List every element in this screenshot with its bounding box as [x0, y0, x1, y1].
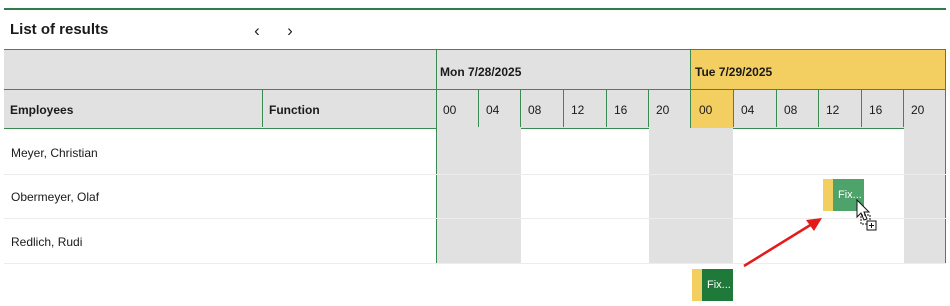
shift-block-dragged[interactable]: Fix...: [823, 179, 864, 211]
hour-label: 04: [741, 103, 755, 117]
chevron-right-icon[interactable]: ›: [281, 20, 299, 42]
day-label-mon: Mon 7/28/2025: [440, 65, 522, 79]
shift-label: Fix...: [833, 179, 864, 211]
hour-label: 00: [443, 103, 457, 117]
hour-label: 12: [571, 103, 585, 117]
off-hours-shade: [649, 128, 733, 263]
employee-name[interactable]: Meyer, Christian: [11, 146, 98, 160]
hour-label: 16: [614, 103, 628, 117]
schedule-header: Mon 7/28/2025 Tue 7/29/2025 Employees Fu…: [4, 49, 946, 129]
hour-label: 16: [869, 103, 883, 117]
hour-label: 00: [699, 103, 713, 117]
hour-label: 08: [528, 103, 542, 117]
employee-name[interactable]: Redlich, Rudi: [11, 235, 82, 249]
employee-name[interactable]: Obermeyer, Olaf: [11, 190, 99, 204]
shift-block[interactable]: Fix...: [692, 269, 733, 301]
top-divider: [4, 8, 946, 10]
hour-label: 20: [656, 103, 670, 117]
header-blank: [4, 50, 436, 89]
chevron-left-icon[interactable]: ‹: [248, 20, 266, 42]
off-hours-shade: [904, 128, 945, 263]
hour-label: 08: [784, 103, 798, 117]
hour-label: 20: [911, 103, 925, 117]
drag-arrow-icon: [743, 218, 822, 268]
hour-label: 12: [826, 103, 840, 117]
shift-label: Fix...: [702, 269, 733, 301]
hour-label: 04: [486, 103, 500, 117]
page-title: List of results: [10, 21, 109, 38]
employees-header-label: Employees: [10, 103, 74, 117]
day-label-tue: Tue 7/29/2025: [695, 65, 773, 79]
function-header-label: Function: [269, 103, 320, 117]
off-hours-shade: [437, 128, 521, 263]
